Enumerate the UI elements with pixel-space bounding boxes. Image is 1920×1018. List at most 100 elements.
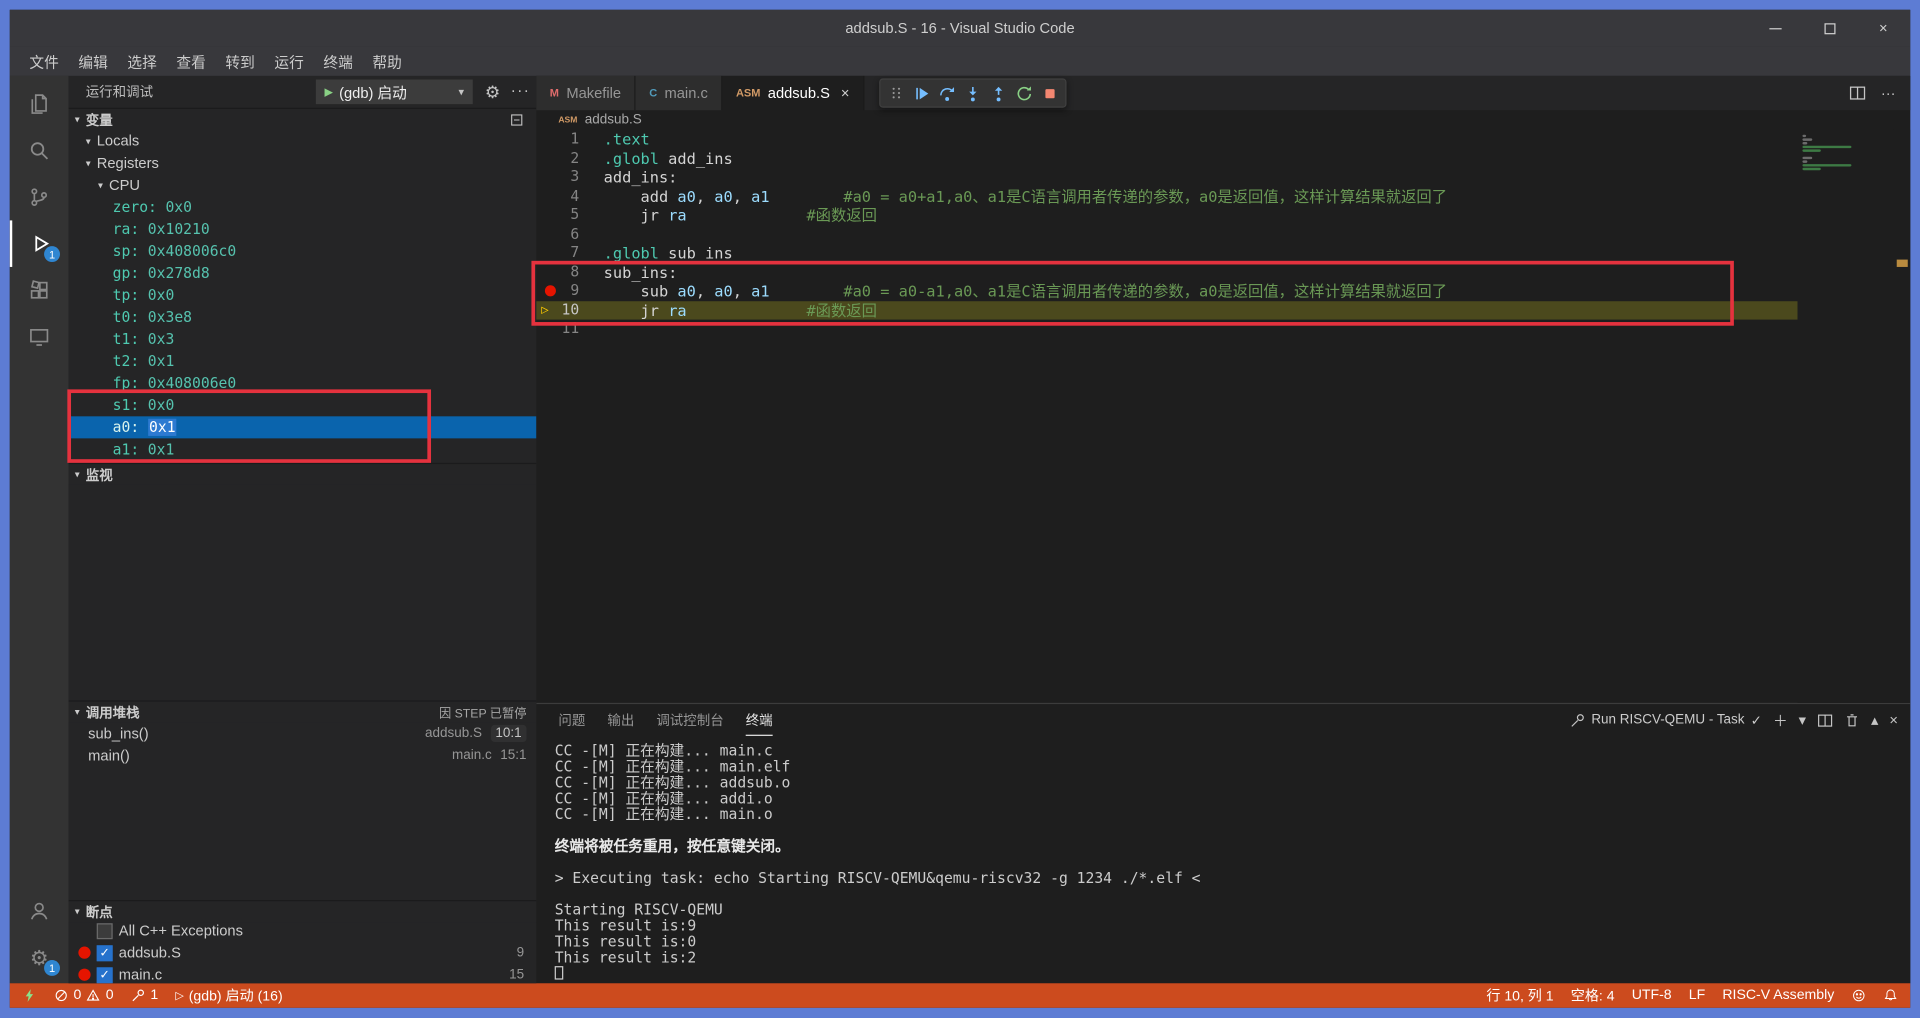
register-row[interactable]: fp:0x408006e0 xyxy=(69,372,537,394)
terminal-dropdown-icon[interactable]: ▾ xyxy=(1799,711,1806,728)
running-tasks-indicator[interactable]: 1 xyxy=(131,988,158,1003)
gutter[interactable]: 8 xyxy=(536,263,594,282)
register-row[interactable]: t2:0x1 xyxy=(69,350,537,372)
register-row[interactable]: gp:0x278d8 xyxy=(69,262,537,284)
panel-tab[interactable]: 输出 xyxy=(607,704,634,736)
tree-item[interactable]: ▾CPU xyxy=(69,174,537,196)
callstack-frame[interactable]: sub_ins()addsub.S10:1 xyxy=(69,722,537,744)
code-line[interactable]: ▷10 jr ra #函数返回 xyxy=(536,301,1797,320)
register-row[interactable]: a1:0x1 xyxy=(69,438,537,460)
code-line[interactable]: 7.globl sub_ins xyxy=(536,244,1797,263)
code-line[interactable]: 11 xyxy=(536,320,1797,339)
notifications-button[interactable] xyxy=(1883,988,1898,1003)
restart-button[interactable] xyxy=(1013,81,1036,105)
new-terminal-icon[interactable]: ＋ xyxy=(1773,710,1788,731)
editor-tab[interactable]: ASMaddsub.S× xyxy=(722,76,864,110)
debug-settings-gear-icon[interactable]: ⚙ xyxy=(485,82,500,103)
watch-section-header[interactable]: ▾ 监视 xyxy=(69,463,537,485)
register-row[interactable]: s1:0x0 xyxy=(69,394,537,416)
close-icon[interactable]: × xyxy=(841,84,850,101)
gutter[interactable]: 5 xyxy=(536,206,594,225)
close-panel-icon[interactable]: × xyxy=(1889,711,1898,728)
menu-item[interactable]: 文件 xyxy=(20,51,69,72)
continue-button[interactable] xyxy=(910,81,933,105)
register-row[interactable]: sp:0x408006c0 xyxy=(69,240,537,262)
breakpoint-checkbox[interactable] xyxy=(97,923,113,939)
split-terminal-icon[interactable] xyxy=(1817,712,1833,728)
panel-tab[interactable]: 问题 xyxy=(558,704,585,736)
step-over-button[interactable] xyxy=(936,81,959,105)
language-mode[interactable]: RISC-V Assembly xyxy=(1722,988,1834,1003)
breakpoint-row[interactable]: ✓addsub.S9 xyxy=(69,942,537,964)
register-row[interactable]: a0:0x1 xyxy=(69,416,537,438)
code-line[interactable]: 9 sub a0, a0, a1 #a0 = a0-a1,a0、a1是C语言调用… xyxy=(536,282,1797,301)
sidebar-item-source-control[interactable] xyxy=(10,174,69,221)
minimap[interactable] xyxy=(1798,130,1894,703)
code-line[interactable]: 2.globl add_ins xyxy=(536,149,1797,168)
overview-ruler[interactable] xyxy=(1893,130,1910,703)
minimize-button[interactable] xyxy=(1749,10,1803,47)
gutter[interactable]: ▷10 xyxy=(536,301,594,320)
debug-session-indicator[interactable]: ▷ (gdb) 启动 (16) xyxy=(175,986,282,1006)
gutter[interactable]: 7 xyxy=(536,244,594,263)
remote-indicator[interactable] xyxy=(22,988,37,1003)
tree-item[interactable]: ▾Registers xyxy=(69,152,537,174)
cursor-position[interactable]: 行 10, 列 1 xyxy=(1486,986,1553,1006)
breakpoint-checkbox[interactable]: ✓ xyxy=(97,967,113,983)
problems-indicator[interactable]: 0 0 xyxy=(54,988,114,1003)
menu-item[interactable]: 编辑 xyxy=(69,51,118,72)
code-line[interactable]: 8sub_ins: xyxy=(536,263,1797,282)
gutter[interactable]: 3 xyxy=(536,168,594,187)
terminal-output[interactable]: CC -[M] 正在构建... main.cCC -[M] 正在构建... ma… xyxy=(536,736,1910,983)
stop-button[interactable] xyxy=(1038,81,1061,105)
step-out-button[interactable] xyxy=(987,81,1010,105)
editor-tab[interactable]: MMakefile xyxy=(536,76,635,110)
menu-item[interactable]: 选择 xyxy=(118,51,167,72)
code-line[interactable]: 4 add a0, a0, a1 #a0 = a0+a1,a0、a1是C语言调用… xyxy=(536,187,1797,206)
maximize-panel-icon[interactable]: ▴ xyxy=(1871,711,1878,728)
eol-sequence[interactable]: LF xyxy=(1689,988,1705,1003)
gutter[interactable]: 9 xyxy=(536,282,594,301)
breakpoint-row[interactable]: ✓main.c15 xyxy=(69,964,537,984)
settings-button[interactable]: ⚙ 1 xyxy=(10,934,69,981)
gutter[interactable]: 6 xyxy=(536,225,594,244)
panel-tab[interactable]: 终端 xyxy=(746,704,773,736)
menu-item[interactable]: 查看 xyxy=(167,51,216,72)
breakpoint-dot-icon[interactable] xyxy=(545,285,556,296)
breakpoint-checkbox[interactable]: ✓ xyxy=(97,945,113,961)
panel-tab[interactable]: 调试控制台 xyxy=(656,704,723,736)
code-editor[interactable]: 1.text2.globl add_ins3add_ins:4 add a0, … xyxy=(536,130,1910,703)
register-row[interactable]: zero:0x0 xyxy=(69,196,537,218)
register-row[interactable]: tp:0x0 xyxy=(69,284,537,306)
gutter[interactable]: 1 xyxy=(536,130,594,149)
feedback-button[interactable] xyxy=(1851,988,1866,1003)
close-button[interactable]: × xyxy=(1856,10,1910,47)
step-into-button[interactable] xyxy=(961,81,984,105)
editor-tab[interactable]: Cmain.c xyxy=(636,76,723,110)
sidebar-more-icon[interactable]: ··· xyxy=(511,81,531,99)
indentation[interactable]: 空格: 4 xyxy=(1571,986,1615,1006)
gutter[interactable]: 11 xyxy=(536,320,594,339)
sidebar-item-extensions[interactable] xyxy=(10,267,69,314)
gutter[interactable]: 4 xyxy=(536,187,594,206)
menu-item[interactable]: 运行 xyxy=(265,51,314,72)
callstack-section-header[interactable]: ▾ 调用堆栈 因 STEP 已暂停 xyxy=(69,700,537,722)
gutter[interactable]: 2 xyxy=(536,149,594,168)
kill-terminal-icon[interactable] xyxy=(1844,712,1860,728)
sidebar-item-run-debug[interactable]: 1 xyxy=(10,220,69,267)
sidebar-item-remote-explorer[interactable] xyxy=(10,313,69,360)
code-line[interactable]: 1.text xyxy=(536,130,1797,149)
tree-item[interactable]: ▾Locals xyxy=(69,130,537,152)
menu-item[interactable]: 转到 xyxy=(216,51,265,72)
code-line[interactable]: 6 xyxy=(536,225,1797,244)
encoding[interactable]: UTF-8 xyxy=(1632,988,1672,1003)
menu-item[interactable]: 帮助 xyxy=(363,51,412,72)
editor-more-icon[interactable]: ··· xyxy=(1881,84,1896,101)
code-line[interactable]: 5 jr ra #函数返回 xyxy=(536,206,1797,225)
toolbar-drag-grip[interactable] xyxy=(884,81,907,105)
register-row[interactable]: ra:0x10210 xyxy=(69,218,537,240)
menu-item[interactable]: 终端 xyxy=(314,51,363,72)
maximize-button[interactable] xyxy=(1802,10,1856,47)
breakpoint-row[interactable]: All C++ Exceptions xyxy=(69,920,537,942)
launch-config-select[interactable]: ▶ (gdb) 启动 ▾ xyxy=(316,80,473,104)
